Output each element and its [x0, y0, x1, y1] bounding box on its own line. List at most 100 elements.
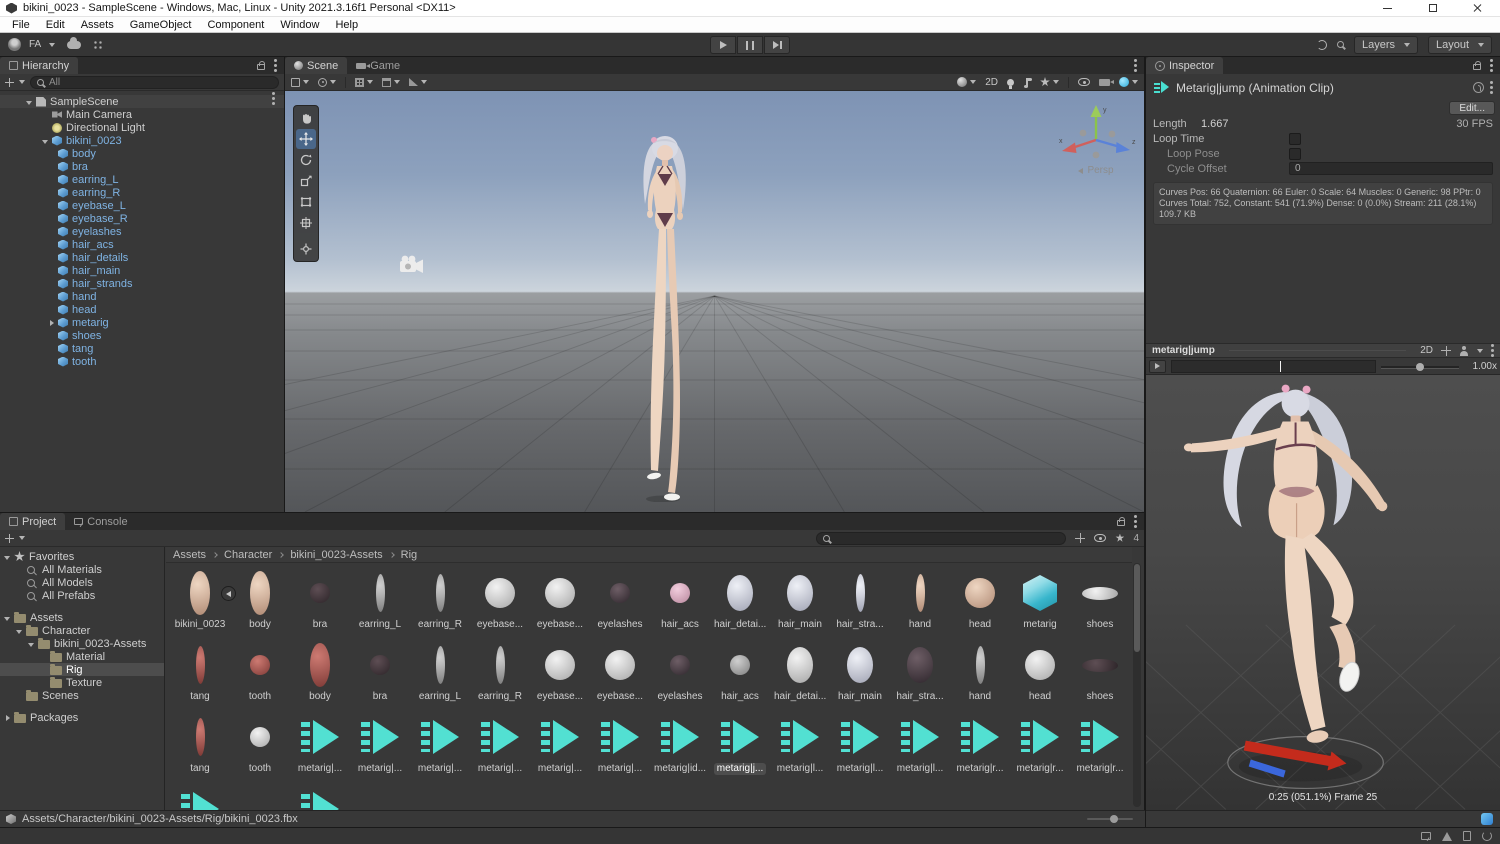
hierarchy-item[interactable]: hand: [0, 290, 284, 303]
asset-item[interactable]: metarig|r...: [950, 711, 1010, 783]
cycle-offset-field[interactable]: 0: [1289, 162, 1493, 175]
hierarchy-item[interactable]: hair_acs: [0, 238, 284, 251]
asset-item[interactable]: earring_R: [410, 567, 470, 639]
foldout-arrow-icon[interactable]: [46, 161, 58, 173]
search-by-type-icon[interactable]: [1075, 533, 1085, 543]
asset-item[interactable]: bikini_0023: [170, 567, 230, 639]
step-button[interactable]: [764, 36, 790, 54]
asset-item[interactable]: hair_stra...: [890, 639, 950, 711]
tab-hierarchy[interactable]: Hierarchy: [0, 57, 78, 74]
menu-item[interactable]: Component: [199, 19, 272, 31]
hierarchy-item[interactable]: tang: [0, 342, 284, 355]
hierarchy-item[interactable]: hair_strands: [0, 277, 284, 290]
asset-item[interactable]: metarig|r...: [1070, 711, 1130, 783]
foldout-arrow-icon[interactable]: [2, 712, 14, 724]
pause-button[interactable]: [737, 36, 763, 54]
foldout-arrow-icon[interactable]: [14, 690, 26, 702]
hierarchy-item[interactable]: bikini_0023: [0, 134, 284, 147]
asset-item[interactable]: bra: [350, 639, 410, 711]
breadcrumb-item[interactable]: bikini_0023-Assets: [290, 549, 393, 561]
foldout-arrow-icon[interactable]: [38, 677, 50, 689]
folder-tree-item[interactable]: Assets: [0, 611, 164, 624]
foldout-arrow-icon[interactable]: [46, 343, 58, 355]
minimize-button[interactable]: [1365, 0, 1410, 16]
create-add-button[interactable]: [5, 534, 14, 543]
slider-knob[interactable]: [1110, 815, 1118, 823]
asset-item[interactable]: hair_acs: [650, 567, 710, 639]
help-icon[interactable]: [1473, 82, 1484, 93]
hierarchy-item[interactable]: SampleScene: [0, 95, 284, 108]
scale-tool[interactable]: [296, 171, 316, 191]
tab-scene[interactable]: Scene: [285, 57, 347, 74]
scrollbar-thumb[interactable]: [1134, 564, 1140, 652]
asset-item[interactable]: body: [290, 639, 350, 711]
menu-item[interactable]: Help: [327, 19, 366, 31]
asset-item[interactable]: [290, 783, 350, 810]
increment-snap-dropdown[interactable]: [409, 78, 427, 86]
asset-item[interactable]: tang: [170, 639, 230, 711]
asset-item[interactable]: eyebase...: [530, 639, 590, 711]
menu-item[interactable]: Edit: [38, 19, 73, 31]
background-task-spinner-icon[interactable]: [1482, 831, 1492, 841]
transform-tool[interactable]: [296, 213, 316, 233]
asset-item[interactable]: hair_main: [770, 567, 830, 639]
asset-item[interactable]: shoes: [1070, 567, 1130, 639]
asset-item[interactable]: earring_R: [470, 639, 530, 711]
foldout-arrow-icon[interactable]: [2, 612, 14, 624]
foldout-arrow-icon[interactable]: [46, 265, 58, 277]
menu-dots-icon[interactable]: [1134, 520, 1137, 523]
gizmos-dropdown[interactable]: [1119, 77, 1138, 87]
asset-item[interactable]: eyebase...: [470, 567, 530, 639]
foldout-arrow-icon[interactable]: [46, 291, 58, 303]
asset-item[interactable]: metarig|j...: [710, 711, 770, 783]
grid-snap-dropdown[interactable]: [355, 78, 373, 87]
tab-inspector[interactable]: Inspector: [1146, 57, 1223, 74]
loop-time-checkbox[interactable]: [1289, 133, 1301, 145]
asset-item[interactable]: metarig|...: [350, 711, 410, 783]
rotate-tool[interactable]: [296, 150, 316, 170]
foldout-arrow-icon[interactable]: [46, 252, 58, 264]
asset-item[interactable]: hand: [890, 567, 950, 639]
foldout-arrow-icon[interactable]: [46, 213, 58, 225]
asset-item[interactable]: metarig|...: [590, 711, 650, 783]
hidden-packages-icon[interactable]: [1094, 534, 1106, 542]
foldout-arrow-icon[interactable]: [40, 135, 52, 147]
asset-item[interactable]: hair_detai...: [770, 639, 830, 711]
tool-settings-dropdown[interactable]: [291, 78, 309, 87]
folder-tree-item[interactable]: Favorites: [0, 550, 164, 563]
asset-item[interactable]: earring_L: [410, 639, 470, 711]
preview-header[interactable]: metarig|jump 2D: [1146, 343, 1500, 358]
search-icon[interactable]: [1337, 41, 1344, 48]
foldout-arrow-icon[interactable]: [46, 356, 58, 368]
lock-icon[interactable]: [1473, 64, 1481, 70]
camera-gizmo-icon[interactable]: [397, 254, 425, 276]
foldout-arrow-icon[interactable]: [14, 577, 26, 589]
foldout-arrow-icon[interactable]: [26, 638, 38, 650]
camera-settings-icon[interactable]: [1099, 79, 1110, 86]
foldout-arrow-icon[interactable]: [46, 200, 58, 212]
foldout-arrow-icon[interactable]: [46, 187, 58, 199]
preview-gizmo-icon[interactable]: [1441, 346, 1451, 356]
menu-dots-icon[interactable]: [1490, 64, 1493, 67]
menu-dots-icon[interactable]: [274, 64, 277, 67]
asset-item[interactable]: head: [1010, 639, 1070, 711]
preview-speed-slider[interactable]: [1381, 360, 1459, 373]
warning-icon[interactable]: [1442, 832, 1452, 841]
loop-pose-checkbox[interactable]: [1289, 148, 1301, 160]
asset-item[interactable]: earring_L: [350, 567, 410, 639]
hierarchy-item[interactable]: hair_details: [0, 251, 284, 264]
folder-tree-item[interactable]: Texture: [0, 676, 164, 689]
hierarchy-item[interactable]: earring_R: [0, 186, 284, 199]
asset-grid-scrollbar[interactable]: [1133, 563, 1141, 807]
folder-tree-item[interactable]: All Models: [0, 576, 164, 589]
close-button[interactable]: [1455, 0, 1500, 16]
foldout-arrow-icon[interactable]: [46, 239, 58, 251]
foldout-arrow-icon[interactable]: [46, 226, 58, 238]
hierarchy-item[interactable]: Main Camera: [0, 108, 284, 121]
hierarchy-item[interactable]: eyelashes: [0, 225, 284, 238]
foldout-arrow-icon[interactable]: [14, 590, 26, 602]
breadcrumb-item[interactable]: Assets: [173, 549, 217, 561]
breadcrumb-item[interactable]: Character: [224, 549, 283, 561]
asset-item[interactable]: shoes: [1070, 639, 1130, 711]
pivot-dropdown[interactable]: [318, 78, 336, 87]
